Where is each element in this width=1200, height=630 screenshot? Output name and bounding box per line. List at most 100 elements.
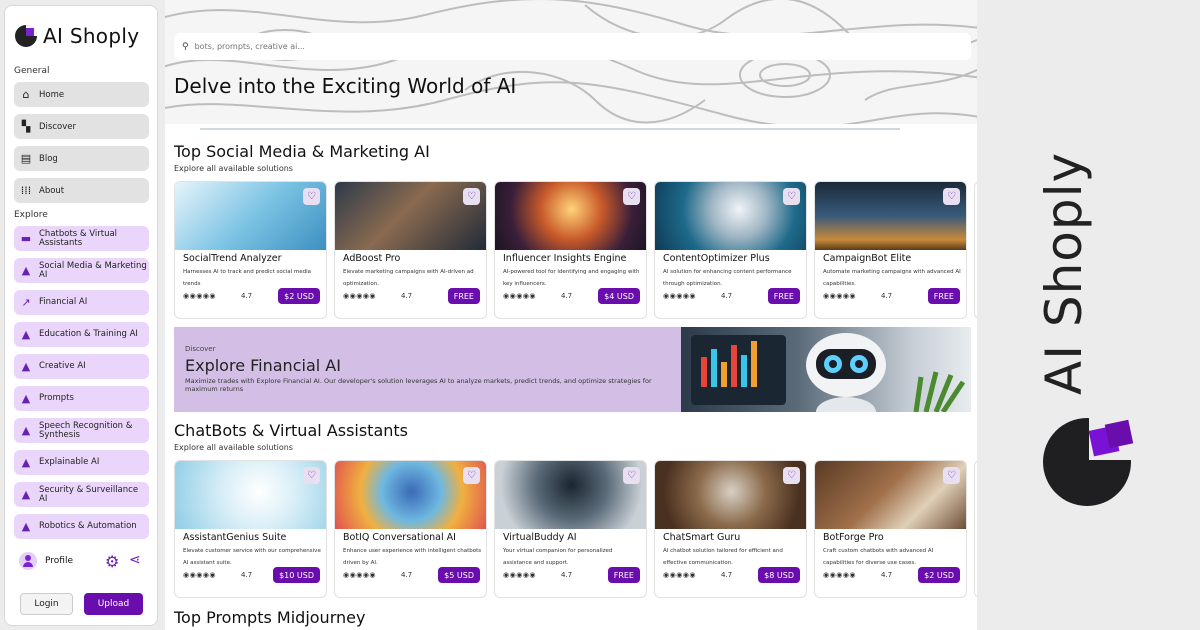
profile-label: Profile [45,556,73,566]
heart-icon[interactable]: ♡ [623,188,640,205]
price-badge[interactable]: FREE [767,288,800,304]
login-button[interactable]: Login [20,593,73,615]
sidebar-item-financial[interactable]: ↗ Financial AI [14,290,149,315]
sidebar-item-label: Security & Surveillance AI [39,484,139,504]
heart-icon[interactable]: ♡ [943,467,960,484]
product-card[interactable]: ♡ AssistantGenius Suite Elevate customer… [174,460,327,598]
shapes-icon: ▲ [21,263,31,277]
card-title: SocialTrend Analyzer [183,253,282,264]
card-description: AI-powered tool for identifying and enga… [503,269,640,287]
sidebar-item-social-media[interactable]: ▲ Social Media & Marketing AI [14,258,149,283]
section-title: ChatBots & Virtual Assistants [174,421,409,440]
sidebar-item-speech[interactable]: ▲ Speech Recognition & Synthesis [14,418,149,443]
heart-icon[interactable]: ♡ [623,467,640,484]
product-card[interactable]: ♡ BotForge Pro Craft custom chatbots wit… [814,460,967,598]
product-card[interactable]: ♡ CampaignBot Elite Automate marketing c… [814,181,967,319]
section-subtitle[interactable]: Explore all available solutions [174,164,293,173]
heart-icon[interactable]: ♡ [943,188,960,205]
topographic-background [165,0,977,130]
robot-illustration [691,333,966,412]
sidebar-item-creative[interactable]: ▲ Creative AI [14,354,149,379]
card-row-social-media: ♡ SocialTrend Analyzer Harnesses AI to t… [174,181,977,319]
card-description: Craft custom chatbots with advanced AI c… [823,548,934,566]
share-icon[interactable]: ⋖ [129,552,141,568]
section-title: Top Social Media & Marketing AI [174,142,430,161]
sidebar-item-explainable[interactable]: ▲ Explainable AI [14,450,149,475]
main-content: ⚲ Delve into the Exciting World of AI To… [165,0,977,630]
sidebar-item-robotics[interactable]: ▲ Robotics & Automation [14,514,149,539]
shapes-icon: ▲ [21,519,31,533]
explore-label: Explore [14,210,48,220]
sidebar-item-label: Robotics & Automation [39,521,137,531]
ai-shoply-logo-large-icon [1043,412,1137,506]
product-card[interactable]: ♡ Influencer Insights Engine AI-powered … [494,181,647,319]
divider [200,128,900,130]
sidebar-item-home[interactable]: ⌂ Home [14,82,149,107]
section-subtitle[interactable]: Explore all available solutions [174,443,293,452]
heart-icon[interactable]: ♡ [303,467,320,484]
card-title: VirtualBuddy AI [503,532,577,543]
product-card[interactable]: ♡ ChatSmart Guru AI chatbot solution tai… [654,460,807,598]
card-description: Enhance user experience with intelligent… [343,548,482,566]
rating-stars: ◉◉◉◉◉ [503,571,537,579]
product-card[interactable]: ♡ SocialTrend Analyzer Harnesses AI to t… [174,181,327,319]
price-badge[interactable]: $8 USD [758,567,800,583]
banner-title: Explore Financial AI [185,356,341,375]
sidebar-item-blog[interactable]: ▤ Blog [14,146,149,171]
price-badge[interactable]: $10 USD [273,567,320,583]
profile-link[interactable]: Profile [19,552,73,570]
rating-stars: ◉◉◉◉◉ [343,292,377,300]
sidebar-item-prompts[interactable]: ▲ Prompts [14,386,149,411]
product-card[interactable]: ♡ ContentOptimizer Plus AI solution for … [654,181,807,319]
brand[interactable]: AI Shoply [15,24,139,48]
card-title: CampaignBot Elite [823,253,912,264]
price-badge[interactable]: FREE [927,288,960,304]
rating-value: 4.7 [241,292,253,300]
sidebar-item-chatbots[interactable]: ▬ Chatbots & Virtual Assistants [14,226,149,251]
price-badge[interactable]: $4 USD [598,288,640,304]
product-card[interactable]: ♡ VirtualBuddy AI Your virtual companion… [494,460,647,598]
price-badge[interactable]: FREE [447,288,480,304]
sidebar-item-security[interactable]: ▲ Security & Surveillance AI [14,482,149,507]
home-icon: ⌂ [22,87,30,101]
sidebar-item-label: Financial AI [39,297,88,307]
rating-stars: ◉◉◉◉◉ [663,571,697,579]
banner-kicker: Discover [185,345,216,353]
rating-value: 4.7 [401,292,413,300]
sidebar-item-label: Creative AI [39,361,86,371]
search-input[interactable] [194,42,895,51]
card-description: Automate marketing campaigns with advanc… [823,269,961,287]
rating-stars: ◉◉◉◉◉ [503,292,537,300]
card-title: BotIQ Conversational AI [343,532,456,543]
rating-value: 4.7 [881,292,893,300]
price-badge[interactable]: $5 USD [438,567,480,583]
upload-button[interactable]: Upload [84,593,143,615]
sidebar-item-label: About [39,185,65,196]
price-badge[interactable]: $2 USD [278,288,320,304]
sidebar-item-label: Speech Recognition & Synthesis [39,420,133,440]
card-title: BotForge Pro [823,532,884,543]
rating-value: 4.7 [561,571,573,579]
brand-name: AI Shoply [43,24,140,48]
heart-icon[interactable]: ♡ [463,467,480,484]
heart-icon[interactable]: ♡ [463,188,480,205]
promo-banner[interactable]: Discover Explore Financial AI Maximize t… [174,327,971,412]
heart-icon[interactable]: ♡ [303,188,320,205]
price-badge[interactable]: FREE [607,567,640,583]
product-card[interactable]: ♡ BotIQ Conversational AI Enhance user e… [334,460,487,598]
price-badge[interactable]: $2 USD [918,567,960,583]
product-card[interactable]: ♡ AdBoost Pro Elevate marketing campaign… [334,181,487,319]
section-title: Top Prompts Midjourney [174,608,366,627]
card-title: ContentOptimizer Plus [663,253,770,264]
gear-icon[interactable]: ⚙ [105,552,119,571]
shapes-icon: ▲ [21,423,31,437]
sidebar-item-about[interactable]: ⁞⁞⁞ About [14,178,149,203]
sidebar-item-education[interactable]: ▲ Education & Training AI [14,322,149,347]
sidebar-item-discover[interactable]: ▚ Discover [14,114,149,139]
heart-icon[interactable]: ♡ [783,467,800,484]
rating-value: 4.7 [881,571,893,579]
heart-icon[interactable]: ♡ [783,188,800,205]
rating-stars: ◉◉◉◉◉ [663,292,697,300]
banner-text: Maximize trades with Explore Financial A… [185,377,652,393]
search-bar[interactable]: ⚲ [174,33,971,60]
